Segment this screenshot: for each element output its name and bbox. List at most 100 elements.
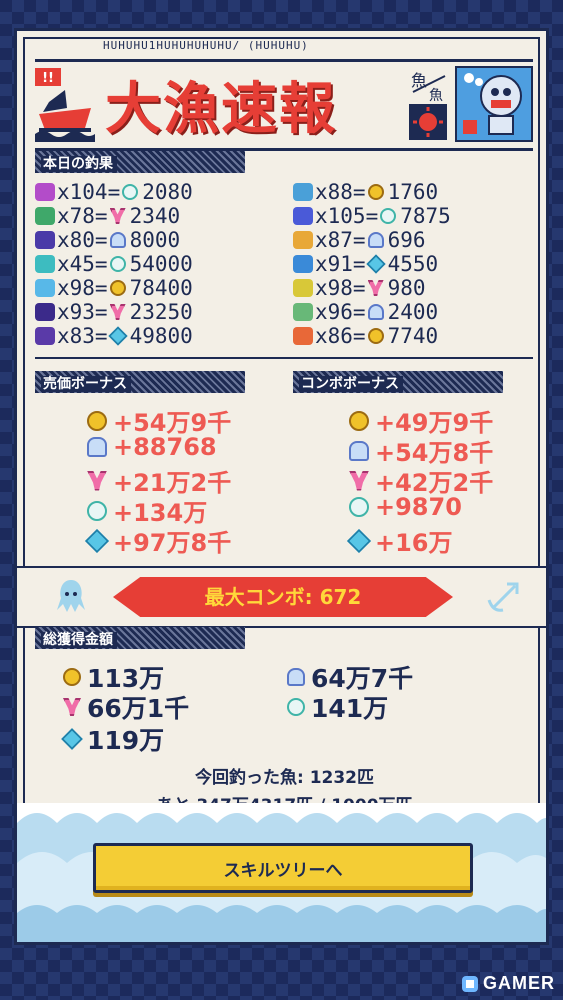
coral-icon bbox=[63, 698, 81, 716]
catch-row: x93= 23250 bbox=[35, 300, 193, 324]
bonus-row: +9870 bbox=[349, 493, 462, 521]
pearl-icon bbox=[122, 184, 139, 200]
shell-icon bbox=[367, 304, 384, 320]
pearl-icon bbox=[109, 256, 126, 272]
pearl-icon bbox=[287, 698, 305, 716]
coin-icon bbox=[367, 184, 384, 200]
page-title: 大漁速報 bbox=[105, 76, 337, 142]
total-value: 141万 bbox=[311, 694, 389, 723]
total-earnings-header: 総獲得金額 bbox=[35, 627, 245, 649]
pearl-icon bbox=[380, 208, 397, 224]
bonus-value: +97万8千 bbox=[113, 529, 232, 557]
shell-icon bbox=[87, 437, 107, 457]
catch-value: 980 bbox=[387, 276, 426, 300]
skill-tree-button[interactable]: スキルツリーへ bbox=[93, 843, 473, 893]
catch-count: x93= bbox=[57, 300, 108, 324]
coin-icon bbox=[367, 328, 384, 344]
pearl-icon bbox=[87, 500, 107, 521]
catch-count: x98= bbox=[57, 276, 108, 300]
catch-count: x88= bbox=[315, 180, 366, 204]
shell-icon bbox=[349, 440, 369, 461]
total-value: 66万1千 bbox=[87, 694, 190, 723]
catch-row: x98= 78400 bbox=[35, 276, 193, 300]
catch-row: x87= 696 bbox=[293, 228, 426, 252]
catch-count: x91= bbox=[315, 252, 366, 276]
catch-count: x96= bbox=[315, 300, 366, 324]
fish-icon bbox=[293, 279, 313, 297]
coin-icon bbox=[87, 410, 107, 431]
catch-value: 7875 bbox=[400, 204, 451, 228]
catch-value: 4550 bbox=[387, 252, 439, 276]
catch-count: x80= bbox=[57, 228, 108, 252]
fish-icon bbox=[35, 327, 55, 345]
catch-row: x45= 54000 bbox=[35, 252, 193, 276]
bonus-row: +97万8千 bbox=[84, 523, 232, 558]
bonus-value: +88768 bbox=[113, 433, 217, 461]
anchor-icon bbox=[487, 582, 519, 612]
catch-value: 1760 bbox=[387, 180, 439, 204]
newspaper-header: !! 大漁速報 魚 魚 bbox=[35, 59, 533, 151]
today-catch-title: 本日の釣果 bbox=[41, 156, 117, 172]
catch-value: 696 bbox=[387, 228, 426, 252]
fish-icon bbox=[293, 207, 313, 225]
ship-icon: !! bbox=[35, 68, 95, 142]
total-row: 66万1千 bbox=[63, 689, 189, 725]
combo-bonus-title: コンボボーナス bbox=[299, 376, 403, 392]
fish-icon bbox=[293, 183, 313, 201]
fish-icon bbox=[35, 255, 55, 273]
catch-count: x105= bbox=[315, 204, 379, 228]
bonus-value: +9870 bbox=[375, 493, 462, 521]
sun-icon: 魚 魚 bbox=[409, 71, 447, 140]
watermark: GAMER bbox=[461, 973, 555, 994]
catch-value: 23250 bbox=[129, 300, 193, 324]
fish-icon bbox=[35, 183, 55, 201]
divider bbox=[35, 357, 533, 359]
catch-value: 2400 bbox=[387, 300, 439, 324]
coral-icon bbox=[109, 304, 126, 320]
shell-icon bbox=[109, 232, 126, 248]
fish-icon bbox=[35, 303, 55, 321]
catch-count: x45= bbox=[57, 252, 108, 276]
combo-bonus-header: コンボボーナス bbox=[293, 371, 503, 393]
coin-icon bbox=[349, 410, 369, 431]
squid-icon bbox=[57, 580, 85, 612]
coral-icon bbox=[367, 280, 384, 296]
caught-today-text: 今回釣った魚: 1232匹 bbox=[194, 768, 375, 788]
coral-icon bbox=[109, 208, 126, 224]
coin-icon bbox=[109, 280, 126, 296]
catch-row: x96= 2400 bbox=[293, 300, 438, 324]
catch-row: x91= 4550 bbox=[293, 252, 438, 276]
svg-text:!!: !! bbox=[42, 71, 54, 86]
fish-icon bbox=[293, 303, 313, 321]
sell-bonus-header: 売価ボーナス bbox=[35, 371, 245, 393]
catch-value: 7740 bbox=[387, 324, 439, 348]
gem-icon bbox=[346, 528, 372, 553]
total-earnings-title: 総獲得金額 bbox=[41, 632, 117, 648]
svg-text:魚: 魚 bbox=[429, 88, 443, 104]
catch-row: x83= 49800 bbox=[35, 324, 193, 348]
shell-icon bbox=[367, 232, 384, 248]
catch-row: x86= 7740 bbox=[293, 324, 438, 348]
catch-value: 8000 bbox=[129, 228, 181, 252]
today-catch-header: 本日の釣果 bbox=[35, 151, 245, 173]
fish-icon bbox=[35, 207, 55, 225]
fish-icon bbox=[293, 255, 313, 273]
header-topline: HUHUHU1HUHUHUHUHU/ (HUHUHU) bbox=[103, 39, 309, 52]
catch-row: x88= 1760 bbox=[293, 180, 438, 204]
catch-count: x78= bbox=[57, 204, 108, 228]
total-row: 119万 bbox=[61, 721, 164, 757]
catch-row: x105= 7875 bbox=[293, 204, 451, 228]
sell-bonus-title: 売価ボーナス bbox=[41, 376, 131, 392]
fish-icon bbox=[293, 231, 313, 249]
catch-row: x80= 8000 bbox=[35, 228, 180, 252]
watermark-text: GAMER bbox=[483, 973, 555, 993]
catch-value: 78400 bbox=[129, 276, 193, 300]
catch-row: x78= 2340 bbox=[35, 204, 180, 228]
bonus-row: +16万 bbox=[346, 523, 453, 558]
catch-count: x86= bbox=[315, 324, 366, 348]
catch-count: x83= bbox=[57, 324, 108, 348]
fish-icon bbox=[35, 231, 55, 249]
bonus-value: +16万 bbox=[375, 529, 453, 557]
coin-icon bbox=[63, 668, 81, 686]
gem-icon bbox=[61, 728, 83, 750]
